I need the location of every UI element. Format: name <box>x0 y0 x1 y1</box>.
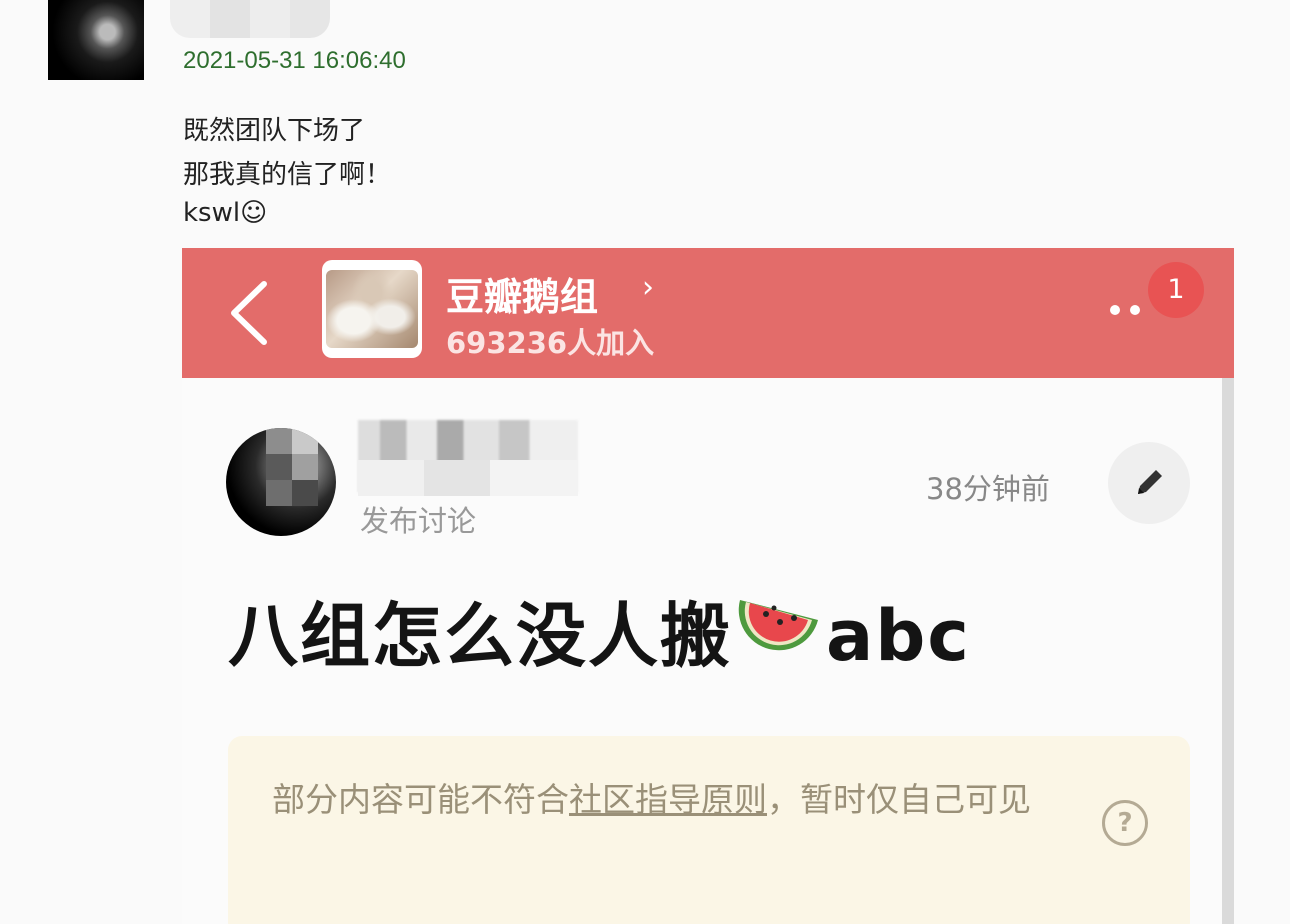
back-button[interactable] <box>222 278 282 348</box>
comment-line: kswl☺ <box>183 198 268 228</box>
post-time: 38分钟前 <box>926 472 1050 506</box>
back-arrow-icon <box>231 281 267 345</box>
group-member-count: 693236人加入 <box>446 326 655 360</box>
post-title-text: 八组怎么没人搬 <box>228 595 732 677</box>
help-icon[interactable]: ? <box>1102 800 1148 846</box>
edit-button[interactable] <box>1108 442 1190 524</box>
comment-line: 那我真的信了啊！ <box>183 160 392 190</box>
commenter-name-blurred <box>170 0 330 38</box>
watermelon-icon <box>736 586 822 683</box>
scrollbar[interactable] <box>1222 378 1234 924</box>
embedded-screenshot: 豆瓣鹅组 › 693236人加入 1 发布讨论 38分钟前 八组怎么没人搬 ab… <box>182 248 1234 924</box>
comment-line: 既然团队下场了 <box>183 116 366 146</box>
post-action-label: 发布讨论 <box>360 504 477 538</box>
pencil-icon <box>1138 470 1162 494</box>
notification-badge[interactable]: 1 <box>1148 262 1204 318</box>
geese-photo <box>326 270 418 348</box>
visibility-notice: 部分内容可能不符合社区指导原则，暂时仅自己可见 ? <box>228 736 1190 924</box>
post-title: 八组怎么没人搬 abc <box>228 580 971 683</box>
group-avatar[interactable] <box>322 260 422 358</box>
commenter-avatar[interactable] <box>48 0 144 80</box>
group-header: 豆瓣鹅组 › 693236人加入 1 <box>182 248 1234 378</box>
author-avatar[interactable] <box>226 428 336 536</box>
more-menu-icon[interactable] <box>1110 300 1150 319</box>
notice-text: 部分内容可能不符合社区指导原则，暂时仅自己可见 <box>272 780 1031 819</box>
group-name[interactable]: 豆瓣鹅组 <box>446 266 598 321</box>
post-title-suffix: abc <box>826 595 971 677</box>
chevron-right-icon[interactable]: › <box>642 270 654 305</box>
guidelines-link[interactable]: 社区指导原则 <box>569 780 767 819</box>
comment-timestamp: 2021-05-31 16:06:40 <box>183 47 406 74</box>
author-name-blurred-lower <box>358 460 578 496</box>
